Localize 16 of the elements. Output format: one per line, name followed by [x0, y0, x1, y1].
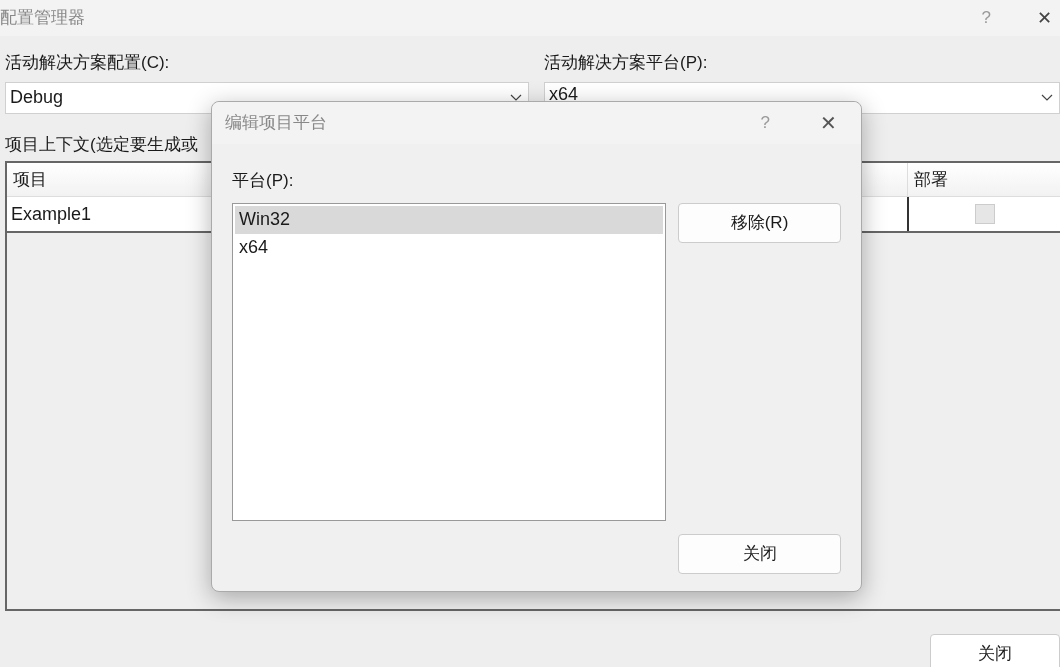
section-label: 项目上下文(选定要生成或: [5, 134, 198, 154]
list-label: 平台(P):: [232, 171, 294, 190]
close-button[interactable]: 关闭: [930, 634, 1060, 667]
deploy-checkbox[interactable]: [974, 204, 995, 224]
close-button[interactable]: ✕: [1037, 4, 1052, 32]
chevron-down-icon: [510, 93, 522, 102]
column-header: 部署: [907, 163, 1060, 196]
table-cell-text: Example1: [11, 202, 92, 226]
platform-item[interactable]: Win32: [235, 205, 663, 234]
chevron-down-icon: [1041, 93, 1053, 102]
field-label: 活动解决方案平台(P):: [544, 52, 709, 74]
close-button[interactable]: 关闭: [678, 533, 841, 574]
field-label: 活动解决方案配置(C):: [5, 52, 171, 74]
dialog-title: 编辑项目平台: [225, 112, 327, 135]
window-title: 配置管理器: [0, 7, 85, 30]
remove-button[interactable]: 移除(R): [678, 202, 841, 243]
